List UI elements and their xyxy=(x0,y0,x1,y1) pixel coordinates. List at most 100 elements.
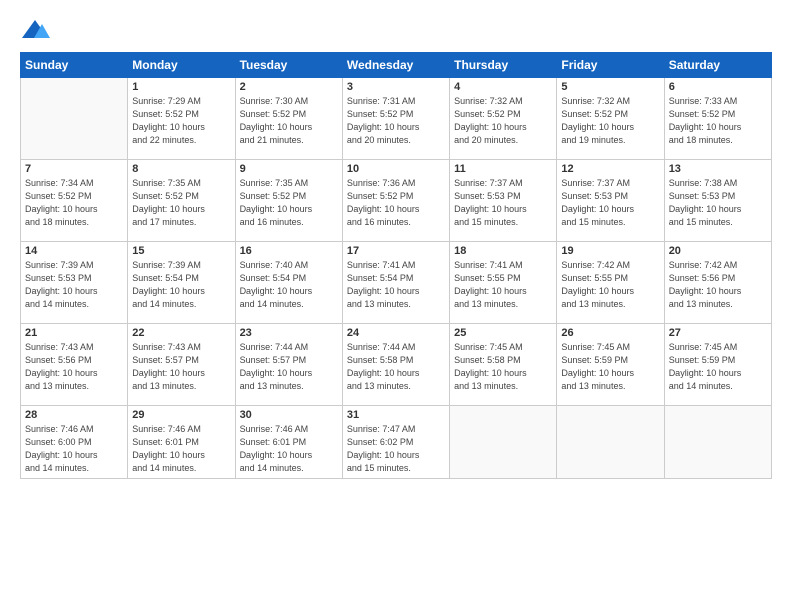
day-info: Sunrise: 7:41 AMSunset: 5:55 PMDaylight:… xyxy=(454,259,552,311)
day-info: Sunrise: 7:41 AMSunset: 5:54 PMDaylight:… xyxy=(347,259,445,311)
calendar-cell: 20 Sunrise: 7:42 AMSunset: 5:56 PMDayligh… xyxy=(664,242,771,324)
calendar-cell: 31 Sunrise: 7:47 AMSunset: 6:02 PMDayligh… xyxy=(342,406,449,479)
weekday-header: Sunday xyxy=(21,53,128,78)
calendar-cell: 22Sunrise: 7:43 AMSunset: 5:57 PMDayligh… xyxy=(128,324,235,406)
day-number: 1 xyxy=(132,81,230,93)
day-number: 28 xyxy=(25,409,123,421)
calendar-table: SundayMondayTuesdayWednesdayThursdayFrid… xyxy=(20,52,772,479)
day-info: Sunrise: 7:47 AMSunset: 6:02 PMDaylight:… xyxy=(347,423,445,475)
day-number: 30 xyxy=(240,409,338,421)
calendar-cell: 19 Sunrise: 7:42 AMSunset: 5:55 PMDayligh… xyxy=(557,242,664,324)
calendar-cell: 9 Sunrise: 7:35 AMSunset: 5:52 PMDaylight… xyxy=(235,160,342,242)
day-info: Sunrise: 7:46 AMSunset: 6:01 PMDaylight:… xyxy=(240,423,338,475)
weekday-header-row: SundayMondayTuesdayWednesdayThursdayFrid… xyxy=(21,53,772,78)
day-number: 17 xyxy=(347,245,445,257)
calendar-cell: 12Sunrise: 7:37 AMSunset: 5:53 PMDayligh… xyxy=(557,160,664,242)
header xyxy=(20,18,772,42)
calendar-cell: 27 Sunrise: 7:45 AMSunset: 5:59 PMDayligh… xyxy=(664,324,771,406)
day-info: Sunrise: 7:42 AMSunset: 5:55 PMDaylight:… xyxy=(561,259,659,311)
day-info: Sunrise: 7:39 AMSunset: 5:53 PMDaylight:… xyxy=(25,259,123,311)
calendar-cell: 21 Sunrise: 7:43 AMSunset: 5:56 PMDayligh… xyxy=(21,324,128,406)
calendar-cell: 16Sunrise: 7:40 AMSunset: 5:54 PMDayligh… xyxy=(235,242,342,324)
day-info: Sunrise: 7:37 AMSunset: 5:53 PMDaylight:… xyxy=(561,177,659,229)
day-number: 19 xyxy=(561,245,659,257)
page: SundayMondayTuesdayWednesdayThursdayFrid… xyxy=(0,0,792,612)
day-info: Sunrise: 7:31 AMSunset: 5:52 PMDaylight:… xyxy=(347,95,445,147)
weekday-header: Monday xyxy=(128,53,235,78)
day-number: 20 xyxy=(669,245,767,257)
day-info: Sunrise: 7:46 AMSunset: 6:00 PMDaylight:… xyxy=(25,423,123,475)
calendar-week-row: 14 Sunrise: 7:39 AMSunset: 5:53 PMDayligh… xyxy=(21,242,772,324)
calendar-cell: 2Sunrise: 7:30 AMSunset: 5:52 PMDaylight… xyxy=(235,78,342,160)
calendar-cell: 30 Sunrise: 7:46 AMSunset: 6:01 PMDayligh… xyxy=(235,406,342,479)
calendar-cell: 24Sunrise: 7:44 AMSunset: 5:58 PMDayligh… xyxy=(342,324,449,406)
calendar-cell: 13 Sunrise: 7:38 AMSunset: 5:53 PMDayligh… xyxy=(664,160,771,242)
day-info: Sunrise: 7:34 AMSunset: 5:52 PMDaylight:… xyxy=(25,177,123,229)
calendar-week-row: 1Sunrise: 7:29 AMSunset: 5:52 PMDaylight… xyxy=(21,78,772,160)
weekday-header: Wednesday xyxy=(342,53,449,78)
day-number: 11 xyxy=(454,163,552,175)
calendar-week-row: 28 Sunrise: 7:46 AMSunset: 6:00 PMDayligh… xyxy=(21,406,772,479)
calendar-cell: 10Sunrise: 7:36 AMSunset: 5:52 PMDayligh… xyxy=(342,160,449,242)
calendar-cell: 25 Sunrise: 7:45 AMSunset: 5:58 PMDayligh… xyxy=(450,324,557,406)
day-info: Sunrise: 7:38 AMSunset: 5:53 PMDaylight:… xyxy=(669,177,767,229)
day-number: 24 xyxy=(347,327,445,339)
weekday-header: Thursday xyxy=(450,53,557,78)
weekday-header: Friday xyxy=(557,53,664,78)
calendar-week-row: 21 Sunrise: 7:43 AMSunset: 5:56 PMDayligh… xyxy=(21,324,772,406)
day-info: Sunrise: 7:39 AMSunset: 5:54 PMDaylight:… xyxy=(132,259,230,311)
day-info: Sunrise: 7:45 AMSunset: 5:59 PMDaylight:… xyxy=(669,341,767,393)
day-info: Sunrise: 7:35 AMSunset: 5:52 PMDaylight:… xyxy=(132,177,230,229)
day-number: 2 xyxy=(240,81,338,93)
day-info: Sunrise: 7:45 AMSunset: 5:59 PMDaylight:… xyxy=(561,341,659,393)
day-info: Sunrise: 7:36 AMSunset: 5:52 PMDaylight:… xyxy=(347,177,445,229)
calendar-cell: 4 Sunrise: 7:32 AMSunset: 5:52 PMDaylight… xyxy=(450,78,557,160)
calendar-cell: 7 Sunrise: 7:34 AMSunset: 5:52 PMDaylight… xyxy=(21,160,128,242)
calendar-cell xyxy=(21,78,128,160)
calendar-cell: 1Sunrise: 7:29 AMSunset: 5:52 PMDaylight… xyxy=(128,78,235,160)
day-number: 26 xyxy=(561,327,659,339)
day-number: 25 xyxy=(454,327,552,339)
day-number: 8 xyxy=(132,163,230,175)
day-number: 31 xyxy=(347,409,445,421)
day-info: Sunrise: 7:32 AMSunset: 5:52 PMDaylight:… xyxy=(561,95,659,147)
logo xyxy=(20,18,54,42)
day-number: 6 xyxy=(669,81,767,93)
calendar-cell: 29 Sunrise: 7:46 AMSunset: 6:01 PMDayligh… xyxy=(128,406,235,479)
day-info: Sunrise: 7:42 AMSunset: 5:56 PMDaylight:… xyxy=(669,259,767,311)
calendar-cell: 18 Sunrise: 7:41 AMSunset: 5:55 PMDayligh… xyxy=(450,242,557,324)
day-number: 15 xyxy=(132,245,230,257)
day-number: 14 xyxy=(25,245,123,257)
day-number: 5 xyxy=(561,81,659,93)
calendar-cell xyxy=(450,406,557,479)
day-info: Sunrise: 7:46 AMSunset: 6:01 PMDaylight:… xyxy=(132,423,230,475)
day-number: 27 xyxy=(669,327,767,339)
calendar-cell: 3 Sunrise: 7:31 AMSunset: 5:52 PMDaylight… xyxy=(342,78,449,160)
calendar-week-row: 7 Sunrise: 7:34 AMSunset: 5:52 PMDaylight… xyxy=(21,160,772,242)
calendar-cell: 5 Sunrise: 7:32 AMSunset: 5:52 PMDaylight… xyxy=(557,78,664,160)
weekday-header: Tuesday xyxy=(235,53,342,78)
day-info: Sunrise: 7:40 AMSunset: 5:54 PMDaylight:… xyxy=(240,259,338,311)
day-number: 9 xyxy=(240,163,338,175)
day-number: 3 xyxy=(347,81,445,93)
day-number: 29 xyxy=(132,409,230,421)
day-info: Sunrise: 7:43 AMSunset: 5:56 PMDaylight:… xyxy=(25,341,123,393)
day-info: Sunrise: 7:43 AMSunset: 5:57 PMDaylight:… xyxy=(132,341,230,393)
day-number: 13 xyxy=(669,163,767,175)
day-number: 4 xyxy=(454,81,552,93)
calendar-cell: 26 Sunrise: 7:45 AMSunset: 5:59 PMDayligh… xyxy=(557,324,664,406)
day-info: Sunrise: 7:35 AMSunset: 5:52 PMDaylight:… xyxy=(240,177,338,229)
day-info: Sunrise: 7:37 AMSunset: 5:53 PMDaylight:… xyxy=(454,177,552,229)
day-info: Sunrise: 7:32 AMSunset: 5:52 PMDaylight:… xyxy=(454,95,552,147)
calendar-cell: 23Sunrise: 7:44 AMSunset: 5:57 PMDayligh… xyxy=(235,324,342,406)
day-number: 18 xyxy=(454,245,552,257)
day-info: Sunrise: 7:33 AMSunset: 5:52 PMDaylight:… xyxy=(669,95,767,147)
day-info: Sunrise: 7:45 AMSunset: 5:58 PMDaylight:… xyxy=(454,341,552,393)
calendar-cell: 6 Sunrise: 7:33 AMSunset: 5:52 PMDaylight… xyxy=(664,78,771,160)
day-number: 7 xyxy=(25,163,123,175)
calendar-cell: 28 Sunrise: 7:46 AMSunset: 6:00 PMDayligh… xyxy=(21,406,128,479)
calendar-cell: 15 Sunrise: 7:39 AMSunset: 5:54 PMDayligh… xyxy=(128,242,235,324)
calendar-cell: 8 Sunrise: 7:35 AMSunset: 5:52 PMDaylight… xyxy=(128,160,235,242)
calendar-cell: 14 Sunrise: 7:39 AMSunset: 5:53 PMDayligh… xyxy=(21,242,128,324)
day-number: 21 xyxy=(25,327,123,339)
